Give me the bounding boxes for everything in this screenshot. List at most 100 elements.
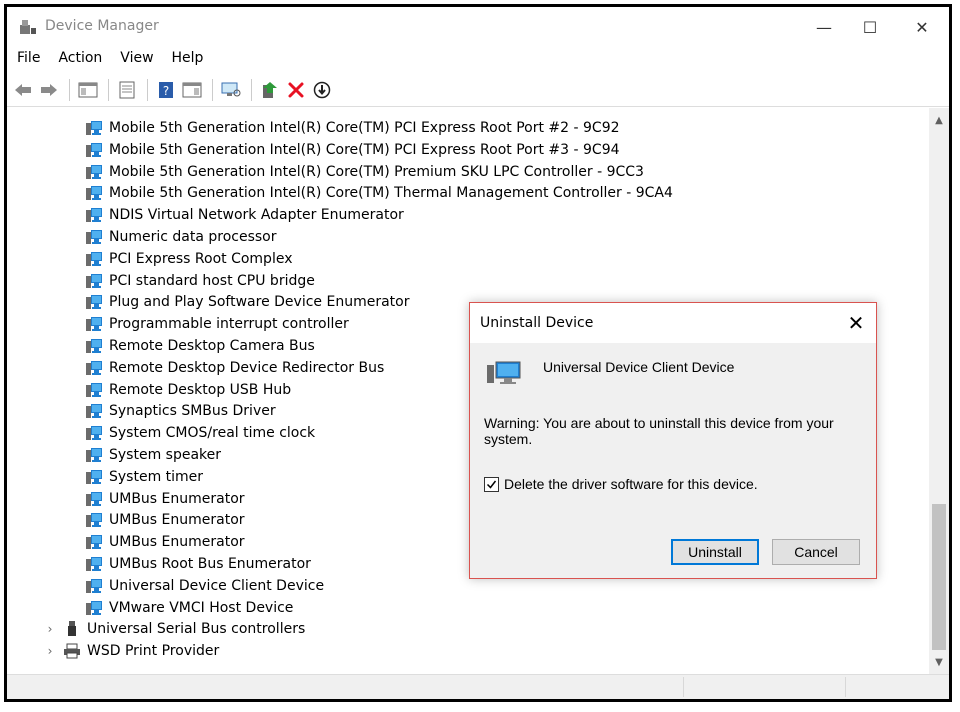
system-device-icon [86, 578, 102, 593]
enable-device-button[interactable] [310, 78, 334, 102]
cancel-button[interactable]: Cancel [772, 539, 860, 565]
scan-hardware-button[interactable] [219, 78, 243, 102]
device-tree-item[interactable]: PCI standard host CPU bridge [85, 270, 315, 292]
update-driver-icon [263, 81, 277, 98]
show-hide-console-tree-button[interactable] [76, 78, 100, 102]
device-tree-item[interactable]: VMware VMCI Host Device [85, 597, 293, 619]
usb-icon [68, 621, 76, 637]
update-driver-button[interactable] [258, 78, 282, 102]
system-device-icon [86, 142, 102, 157]
menu-action[interactable]: Action [48, 47, 110, 71]
device-tree-item[interactable]: UMBus Enumerator [85, 531, 245, 553]
device-category-item[interactable]: › Universal Serial Bus controllers [43, 618, 305, 640]
device-tree-item[interactable]: UMBus Root Bus Enumerator [85, 553, 311, 575]
device-tree-item[interactable]: Programmable interrupt controller [85, 313, 349, 335]
device-tree-item[interactable]: Mobile 5th Generation Intel(R) Core(TM) … [85, 139, 620, 161]
device-tree-item[interactable]: Mobile 5th Generation Intel(R) Core(TM) … [85, 117, 620, 139]
device-tree-item[interactable]: Mobile 5th Generation Intel(R) Core(TM) … [85, 161, 644, 183]
device-tree-item[interactable]: System timer [85, 466, 203, 488]
scrollbar-thumb[interactable] [932, 504, 946, 650]
device-tree-item[interactable]: Numeric data processor [85, 226, 277, 248]
device-tree-item[interactable]: Mobile 5th Generation Intel(R) Core(TM) … [85, 182, 673, 204]
device-tree-item-label: Remote Desktop USB Hub [109, 381, 292, 398]
device-tree-item-label: System CMOS/real time clock [109, 425, 316, 442]
minimize-button[interactable]: — [801, 13, 847, 41]
device-tree-item-label: System timer [109, 468, 204, 485]
device-tree-item[interactable]: System CMOS/real time clock [85, 422, 315, 444]
maximize-icon: ☐ [862, 17, 878, 37]
device-tree-item[interactable]: Remote Desktop Camera Bus [85, 335, 315, 357]
back-button[interactable] [11, 78, 35, 102]
device-tree-item[interactable]: Remote Desktop Device Redirector Bus [85, 357, 384, 379]
close-icon: ✕ [915, 17, 929, 37]
device-tree-item-label: System speaker [109, 447, 222, 463]
scroll-down-arrow-icon[interactable]: ▼ [929, 652, 949, 672]
uninstall-button[interactable]: Uninstall [671, 539, 759, 565]
device-tree-item[interactable]: Plug and Play Software Device Enumerator [85, 291, 409, 313]
dialog-title: Uninstall Device [480, 315, 594, 331]
delete-driver-checkbox[interactable] [484, 476, 499, 492]
show-hide-console-tree-icon [78, 82, 98, 97]
device-tree-item[interactable]: Remote Desktop USB Hub [85, 379, 291, 401]
menu-file[interactable]: File [7, 47, 48, 71]
device-tree-item[interactable]: System speaker [85, 444, 221, 466]
scroll-up-arrow-icon[interactable]: ▲ [929, 110, 949, 130]
device-manager-app-icon [20, 20, 36, 34]
device-tree-item-label: Mobile 5th Generation Intel(R) Core(TM) … [109, 185, 673, 202]
device-tree-item-label: UMBus Enumerator [109, 512, 245, 529]
device-tree-item[interactable]: NDIS Virtual Network Adapter Enumerator [85, 204, 404, 226]
device-tree-item-label: UMBus Enumerator [109, 534, 245, 551]
dialog-device-name: Universal Device Client Device [543, 359, 735, 375]
device-tree-item-label: Mobile 5th Generation Intel(R) Core(TM) … [109, 120, 620, 136]
help-icon: ? [159, 81, 173, 98]
toolbar-separator [147, 78, 148, 101]
device-tree-item[interactable]: UMBus Enumerator [85, 509, 245, 531]
toolbar-separator [69, 78, 70, 101]
device-tree-item-label: Mobile 5th Generation Intel(R) Core(TM) … [109, 141, 620, 158]
maximize-button[interactable]: ☐ [847, 13, 893, 41]
printer-icon [64, 643, 80, 659]
system-device-icon [86, 339, 102, 353]
dialog-title-bar[interactable]: Uninstall Device ✕ [470, 303, 876, 343]
show-action-pane-button[interactable] [180, 78, 204, 102]
system-device-icon [86, 360, 102, 375]
device-tree-item-label: Numeric data processor [109, 229, 277, 245]
properties-button[interactable] [115, 78, 139, 102]
device-tree-item[interactable]: Universal Device Client Device [85, 575, 324, 597]
expand-chevron-icon[interactable]: › [43, 622, 57, 636]
show-action-pane-icon [182, 82, 202, 97]
menu-help[interactable]: Help [162, 47, 212, 71]
device-category-item[interactable]: › WSD Print Provider [43, 640, 220, 662]
system-device-icon [86, 121, 102, 135]
expand-chevron-icon[interactable]: › [43, 644, 57, 658]
uninstall-device-dialog: Uninstall Device ✕ Universal Device Clie… [469, 302, 877, 579]
delete-driver-checkbox-label: Delete the driver software for this devi… [504, 476, 758, 492]
back-arrow-icon [15, 83, 31, 96]
device-tree-item[interactable]: UMBus Enumerator [85, 488, 245, 510]
system-device-icon [86, 404, 102, 419]
delete-driver-checkbox-row[interactable]: Delete the driver software for this devi… [484, 476, 758, 492]
device-tree-item-label: UMBus Enumerator [109, 490, 245, 507]
title-bar[interactable]: Device Manager — ☐ ✕ [7, 7, 949, 47]
uninstall-device-button[interactable] [284, 78, 308, 102]
svg-text:?: ? [163, 84, 169, 98]
system-device-icon [86, 426, 102, 441]
menu-view[interactable]: View [110, 47, 161, 71]
device-tree-item[interactable]: PCI Express Root Complex [85, 248, 293, 270]
system-device-icon [86, 273, 102, 288]
device-tree-item-label: UMBus Root Bus Enumerator [109, 556, 311, 572]
scan-hardware-icon [221, 82, 241, 96]
system-device-icon [86, 230, 102, 244]
system-device-icon [86, 513, 102, 528]
device-category-label: WSD Print Provider [87, 643, 220, 660]
device-tree-item[interactable]: Synaptics SMBus Driver [85, 400, 276, 422]
help-button[interactable]: ? [154, 78, 178, 102]
forward-button[interactable] [37, 78, 61, 102]
vertical-scrollbar[interactable]: ▲ ▼ [929, 108, 949, 674]
dialog-close-button[interactable]: ✕ [842, 309, 870, 337]
system-device-icon [86, 448, 102, 462]
device-computer-icon [487, 361, 521, 384]
device-tree-item-label: PCI standard host CPU bridge [109, 272, 315, 289]
close-window-button[interactable]: ✕ [899, 13, 945, 41]
dialog-warning-text: Warning: You are about to uninstall this… [484, 415, 834, 447]
